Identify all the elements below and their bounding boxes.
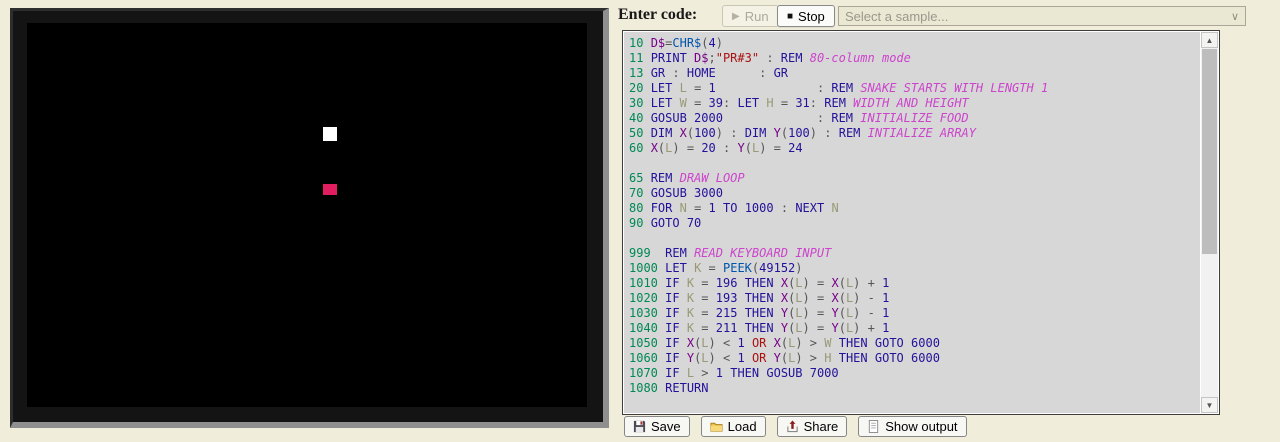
run-button-label: Run (745, 9, 769, 24)
code-line[interactable]: 90 GOTO 70 (629, 216, 1200, 231)
code-line[interactable]: 20 LET L = 1 : REM SNAKE STARTS WITH LEN… (629, 81, 1200, 96)
save-button-label: Save (651, 419, 681, 434)
code-line[interactable]: 80 FOR N = 1 TO 1000 : NEXT N (629, 201, 1200, 216)
show-output-button[interactable]: Show output (858, 416, 966, 437)
sample-select[interactable]: Select a sample... ∨ (838, 6, 1246, 26)
editor-scrollbar[interactable]: ▲ ▼ (1201, 32, 1218, 413)
document-icon (867, 420, 880, 433)
play-icon: ▶ (732, 11, 740, 22)
code-line[interactable]: 40 GOSUB 2000 : REM INITIALIZE FOOD (629, 111, 1200, 126)
code-line[interactable]: 60 X(L) = 20 : Y(L) = 24 (629, 141, 1200, 156)
scroll-up-button[interactable]: ▲ (1201, 32, 1218, 48)
monitor-bezel (10, 8, 609, 428)
enter-code-label: Enter code: (618, 6, 697, 24)
share-arrow-icon (786, 420, 799, 433)
code-line[interactable]: 1060 IF Y(L) < 1 OR Y(L) > H THEN GOTO 6… (629, 351, 1200, 366)
load-button[interactable]: Load (701, 416, 766, 437)
code-line[interactable]: 13 GR : HOME : GR (629, 66, 1200, 81)
load-button-label: Load (728, 419, 757, 434)
scrollbar-thumb[interactable] (1202, 49, 1217, 254)
code-line[interactable]: 10 D$=CHR$(4) (629, 36, 1200, 51)
code-line[interactable]: 65 REM DRAW LOOP (629, 171, 1200, 186)
code-line[interactable]: 70 GOSUB 3000 (629, 186, 1200, 201)
code-line[interactable]: 1070 IF L > 1 THEN GOSUB 7000 (629, 366, 1200, 381)
code-line[interactable]: 30 LET W = 39: LET H = 31: REM WIDTH AND… (629, 96, 1200, 111)
code-line[interactable]: 1030 IF K = 215 THEN Y(L) = Y(L) - 1 (629, 306, 1200, 321)
code-line[interactable]: 1999 REM INITIALIZE FOOD (629, 411, 1200, 413)
share-button-label: Share (804, 419, 839, 434)
stop-button-label: Stop (798, 9, 825, 24)
folder-icon (710, 420, 723, 433)
code-line[interactable] (629, 156, 1200, 171)
chevron-down-icon: ∨ (1231, 10, 1239, 23)
code-content[interactable]: 10 D$=CHR$(4)11 PRINT D$;"PR#3" : REM 80… (624, 32, 1200, 413)
footer-toolbar: Save Load Share (624, 416, 967, 437)
code-line[interactable]: 50 DIM X(100) : DIM Y(100) : REM INTIALI… (629, 126, 1200, 141)
code-line[interactable]: 1050 IF X(L) < 1 OR X(L) > W THEN GOTO 6… (629, 336, 1200, 351)
code-line[interactable] (629, 396, 1200, 411)
apple2-screen[interactable] (27, 23, 587, 407)
save-button[interactable]: Save (624, 416, 690, 437)
code-line[interactable]: 1080 RETURN (629, 381, 1200, 396)
share-button[interactable]: Share (777, 416, 848, 437)
stop-button[interactable]: ■ Stop (777, 5, 835, 27)
code-line[interactable]: 1040 IF K = 211 THEN Y(L) = Y(L) + 1 (629, 321, 1200, 336)
code-line[interactable]: 999 REM READ KEYBOARD INPUT (629, 246, 1200, 261)
code-line[interactable]: 1020 IF K = 193 THEN X(L) = X(L) - 1 (629, 291, 1200, 306)
jsbasic-app: Enter code: ▶ Run ■ Stop Select a sample… (0, 0, 1280, 442)
stop-square-icon: ■ (787, 11, 793, 22)
scroll-down-button[interactable]: ▼ (1201, 397, 1218, 413)
code-editor[interactable]: 10 D$=CHR$(4)11 PRINT D$;"PR#3" : REM 80… (622, 30, 1220, 415)
code-line[interactable] (629, 231, 1200, 246)
sample-select-value: Select a sample... (845, 9, 1231, 24)
show-output-button-label: Show output (885, 419, 957, 434)
food-block (323, 184, 337, 195)
run-button[interactable]: ▶ Run (722, 5, 779, 27)
code-line[interactable]: 11 PRINT D$;"PR#3" : REM 80-column mode (629, 51, 1200, 66)
code-line[interactable]: 1010 IF K = 196 THEN X(L) = X(L) + 1 (629, 276, 1200, 291)
snake-block (323, 127, 337, 141)
floppy-disk-icon (633, 420, 646, 433)
code-line[interactable]: 1000 LET K = PEEK(49152) (629, 261, 1200, 276)
